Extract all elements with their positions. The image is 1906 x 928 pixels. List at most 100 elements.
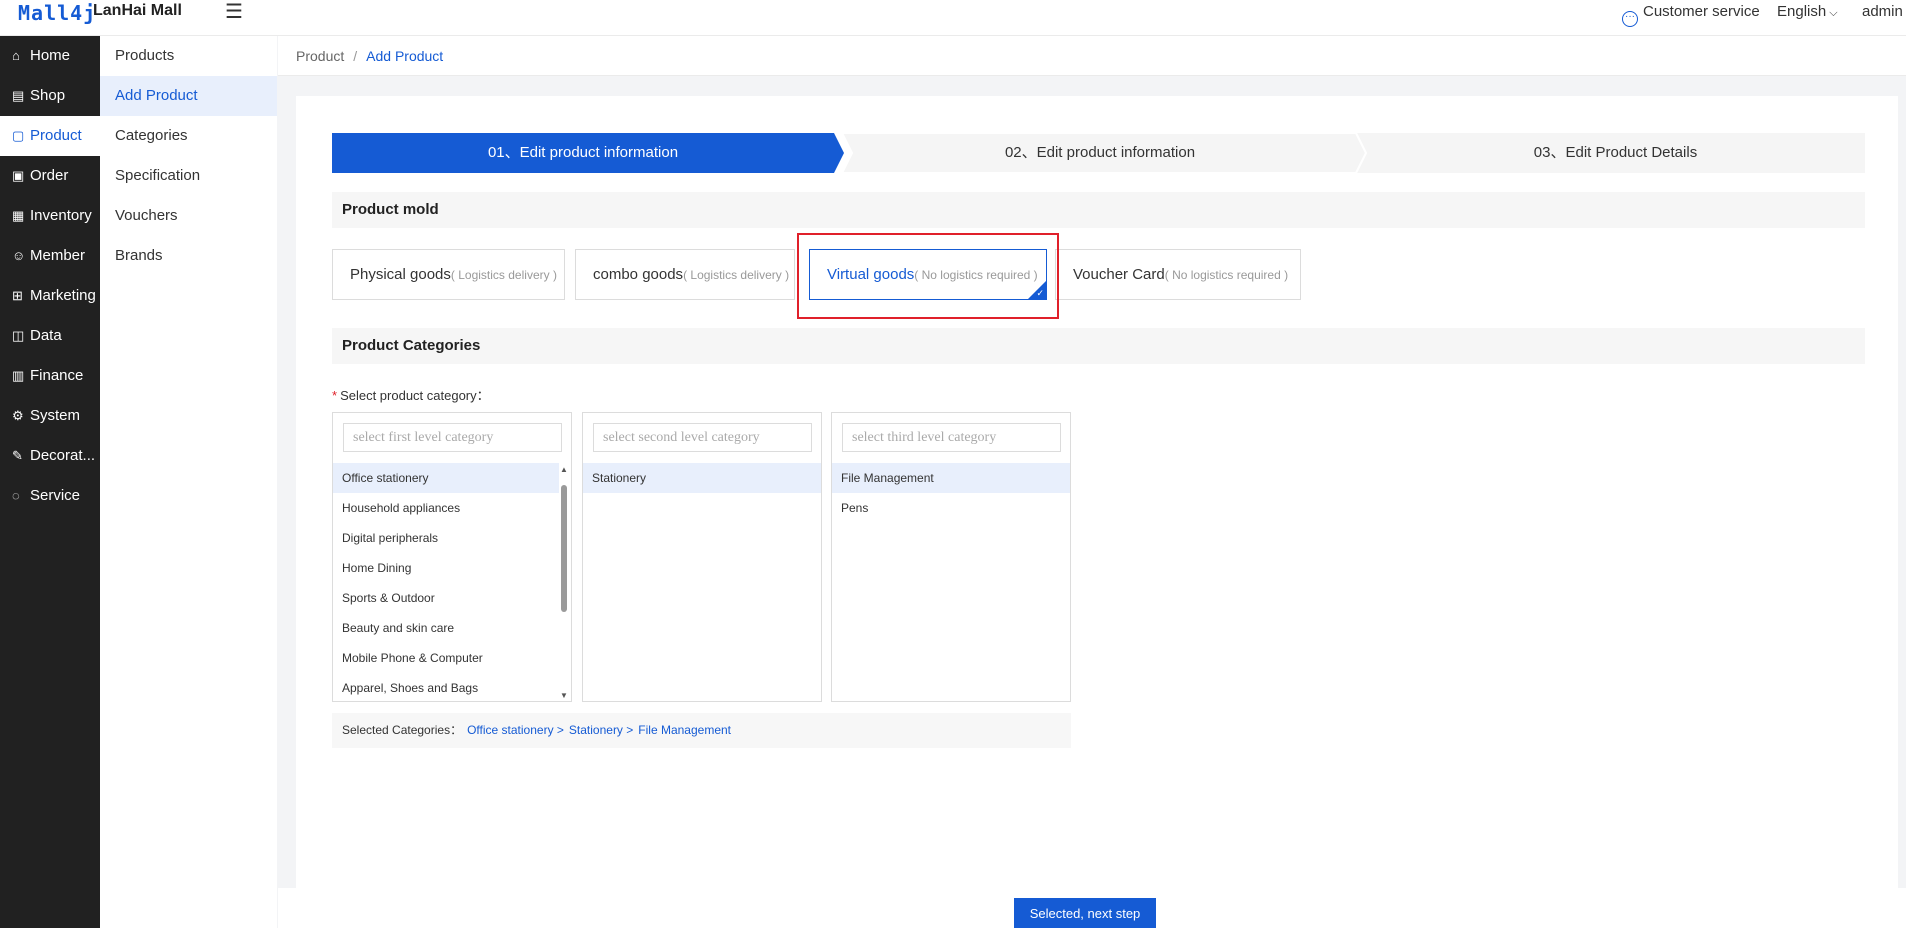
app-logo[interactable]: Mall4j bbox=[18, 1, 96, 25]
subnav-item-add-product[interactable]: Add Product bbox=[100, 76, 277, 116]
list-item[interactable]: Digital peripherals bbox=[333, 523, 559, 553]
step-3-label: 03、Edit Product Details bbox=[1533, 144, 1698, 161]
list-item[interactable]: Apparel, Shoes and Bags bbox=[333, 673, 559, 701]
mold-option-name: combo goods bbox=[593, 266, 684, 283]
list-item[interactable]: Office stationery bbox=[333, 463, 559, 493]
sidebar-item-finance[interactable]: ▥ Finance bbox=[0, 356, 100, 396]
product-subnav: Products Add Product Categories Specific… bbox=[100, 36, 277, 928]
service-icon: ◌ bbox=[12, 488, 20, 503]
mold-option-note: ( Logistics delivery ) bbox=[450, 268, 557, 282]
first-level-category-list: Office stationery Household appliances D… bbox=[333, 463, 559, 701]
list-item[interactable]: Home Dining bbox=[333, 553, 559, 583]
product-categories-title: Product Categories bbox=[332, 328, 1865, 364]
collapse-menu-icon[interactable]: ☰ bbox=[225, 0, 243, 24]
second-level-category-list: Stationery bbox=[583, 463, 821, 493]
chevron-down-icon: ⌵ bbox=[1826, 7, 1838, 19]
subnav-item-vouchers[interactable]: Vouchers bbox=[100, 196, 277, 236]
sidebar-item-decorate[interactable]: ✎ Decorat... bbox=[0, 436, 100, 476]
sidebar-item-home[interactable]: ⌂ Home bbox=[0, 36, 100, 76]
sidebar-item-label: Order bbox=[30, 167, 69, 184]
customer-service-label: Customer service bbox=[1643, 3, 1760, 20]
step-1-label: 01、Edit product information bbox=[487, 144, 679, 161]
system-icon: ⚙ bbox=[12, 408, 24, 423]
footer-action-bar: Selected, next step bbox=[278, 888, 1906, 928]
subnav-item-specification[interactable]: Specification bbox=[100, 156, 277, 196]
third-level-category-list: File Management Pens bbox=[832, 463, 1070, 523]
sidebar-item-label: Service bbox=[30, 487, 81, 504]
sidebar-item-label: Marketing bbox=[30, 287, 96, 304]
second-level-category-panel: Stationery bbox=[582, 412, 822, 702]
sidebar-item-service[interactable]: ◌ Service bbox=[0, 476, 100, 516]
mold-option-physical[interactable]: Physical goods( Logistics delivery ) bbox=[332, 249, 565, 300]
data-icon: ◫ bbox=[12, 328, 25, 343]
mall-name: LanHai Mall bbox=[93, 2, 182, 19]
list-item[interactable]: Stationery bbox=[583, 463, 821, 493]
selected-categories-label: Selected Categories： bbox=[342, 723, 463, 737]
list-item[interactable]: Beauty and skin care bbox=[333, 613, 559, 643]
sidebar-item-label: Home bbox=[30, 47, 71, 64]
required-mark: * bbox=[332, 388, 338, 403]
sidebar-item-label: Data bbox=[30, 327, 62, 344]
mold-option-combo[interactable]: combo goods( Logistics delivery ) bbox=[575, 249, 795, 300]
finance-icon: ▥ bbox=[12, 368, 25, 383]
product-icon: ▢ bbox=[12, 128, 25, 143]
mold-option-note: ( No logistics required ) bbox=[1164, 268, 1289, 282]
main-content: 01、Edit product information 02、Edit prod… bbox=[296, 96, 1898, 888]
sidebar-item-label: Shop bbox=[30, 87, 66, 104]
order-icon: ▣ bbox=[12, 168, 25, 183]
scroll-thumb[interactable] bbox=[561, 485, 567, 612]
step-progress: 01、Edit product information 02、Edit prod… bbox=[332, 133, 1865, 173]
list-item[interactable]: File Management bbox=[832, 463, 1070, 493]
language-dropdown[interactable]: English ⌵ bbox=[1777, 3, 1838, 20]
sidebar-item-shop[interactable]: ▤ Shop bbox=[0, 76, 100, 116]
language-label: English bbox=[1777, 3, 1827, 20]
sidebar-item-product[interactable]: ▢ Product bbox=[0, 116, 100, 156]
top-header: Mall4j LanHai Mall ☰ ··· Customer service… bbox=[0, 0, 1906, 36]
decorate-icon: ✎ bbox=[12, 448, 23, 463]
selected-path-level-3: File Management bbox=[638, 723, 731, 737]
subnav-item-products[interactable]: Products bbox=[100, 36, 277, 76]
select-category-text: Select product category： bbox=[340, 388, 490, 403]
inventory-icon: ▦ bbox=[12, 208, 25, 223]
member-icon: ☺ bbox=[12, 248, 26, 263]
subnav-item-categories[interactable]: Categories bbox=[100, 116, 277, 156]
category-scrollbar[interactable]: ▲ ▼ bbox=[559, 463, 569, 701]
select-category-label: * Select product category： bbox=[332, 385, 490, 404]
highlight-annotation-box bbox=[797, 233, 1059, 319]
sidebar-item-data[interactable]: ◫ Data bbox=[0, 316, 100, 356]
mold-option-name: Physical goods bbox=[350, 266, 451, 283]
sidebar-item-member[interactable]: ☺ Member bbox=[0, 236, 100, 276]
mold-option-note: ( Logistics delivery ) bbox=[683, 268, 790, 282]
selected-path-level-1: Office stationery > bbox=[467, 723, 564, 737]
sidebar-item-label: Decorat... bbox=[30, 447, 96, 464]
sidebar-item-system[interactable]: ⚙ System bbox=[0, 396, 100, 436]
breadcrumb-separator: / bbox=[353, 48, 358, 64]
next-step-button[interactable]: Selected, next step bbox=[1014, 898, 1156, 928]
mold-option-name: Voucher Card bbox=[1073, 266, 1165, 283]
sidebar-item-marketing[interactable]: ⊞ Marketing bbox=[0, 276, 100, 316]
sidebar-item-order[interactable]: ▣ Order bbox=[0, 156, 100, 196]
third-level-category-panel: File Management Pens bbox=[831, 412, 1071, 702]
main-sidebar: ⌂ Home ▤ Shop ▢ Product ▣ Order ▦ Inventory ☺… bbox=[0, 36, 100, 928]
sidebar-item-label: System bbox=[30, 407, 81, 424]
mold-option-voucher[interactable]: Voucher Card( No logistics required ) bbox=[1055, 249, 1301, 300]
breadcrumb: Product / Add Product bbox=[278, 36, 1906, 76]
scroll-up-arrow-icon[interactable]: ▲ bbox=[560, 465, 568, 474]
third-level-search-input[interactable] bbox=[842, 423, 1061, 452]
subnav-item-brands[interactable]: Brands bbox=[100, 236, 277, 276]
second-level-search-input[interactable] bbox=[593, 423, 812, 452]
customer-service-link[interactable]: ··· Customer service bbox=[1622, 3, 1760, 27]
home-icon: ⌂ bbox=[12, 48, 20, 63]
sidebar-item-label: Member bbox=[30, 247, 86, 264]
list-item[interactable]: Household appliances bbox=[333, 493, 559, 523]
sidebar-item-inventory[interactable]: ▦ Inventory bbox=[0, 196, 100, 236]
marketing-icon: ⊞ bbox=[12, 288, 23, 303]
list-item[interactable]: Mobile Phone & Computer bbox=[333, 643, 559, 673]
list-item[interactable]: Pens bbox=[832, 493, 1070, 523]
scroll-down-arrow-icon[interactable]: ▼ bbox=[560, 691, 568, 700]
list-item[interactable]: Sports & Outdoor bbox=[333, 583, 559, 613]
breadcrumb-root[interactable]: Product bbox=[296, 48, 344, 64]
user-menu[interactable]: admin bbox=[1862, 3, 1903, 20]
first-level-search-input[interactable] bbox=[343, 423, 562, 452]
shop-icon: ▤ bbox=[12, 88, 25, 103]
